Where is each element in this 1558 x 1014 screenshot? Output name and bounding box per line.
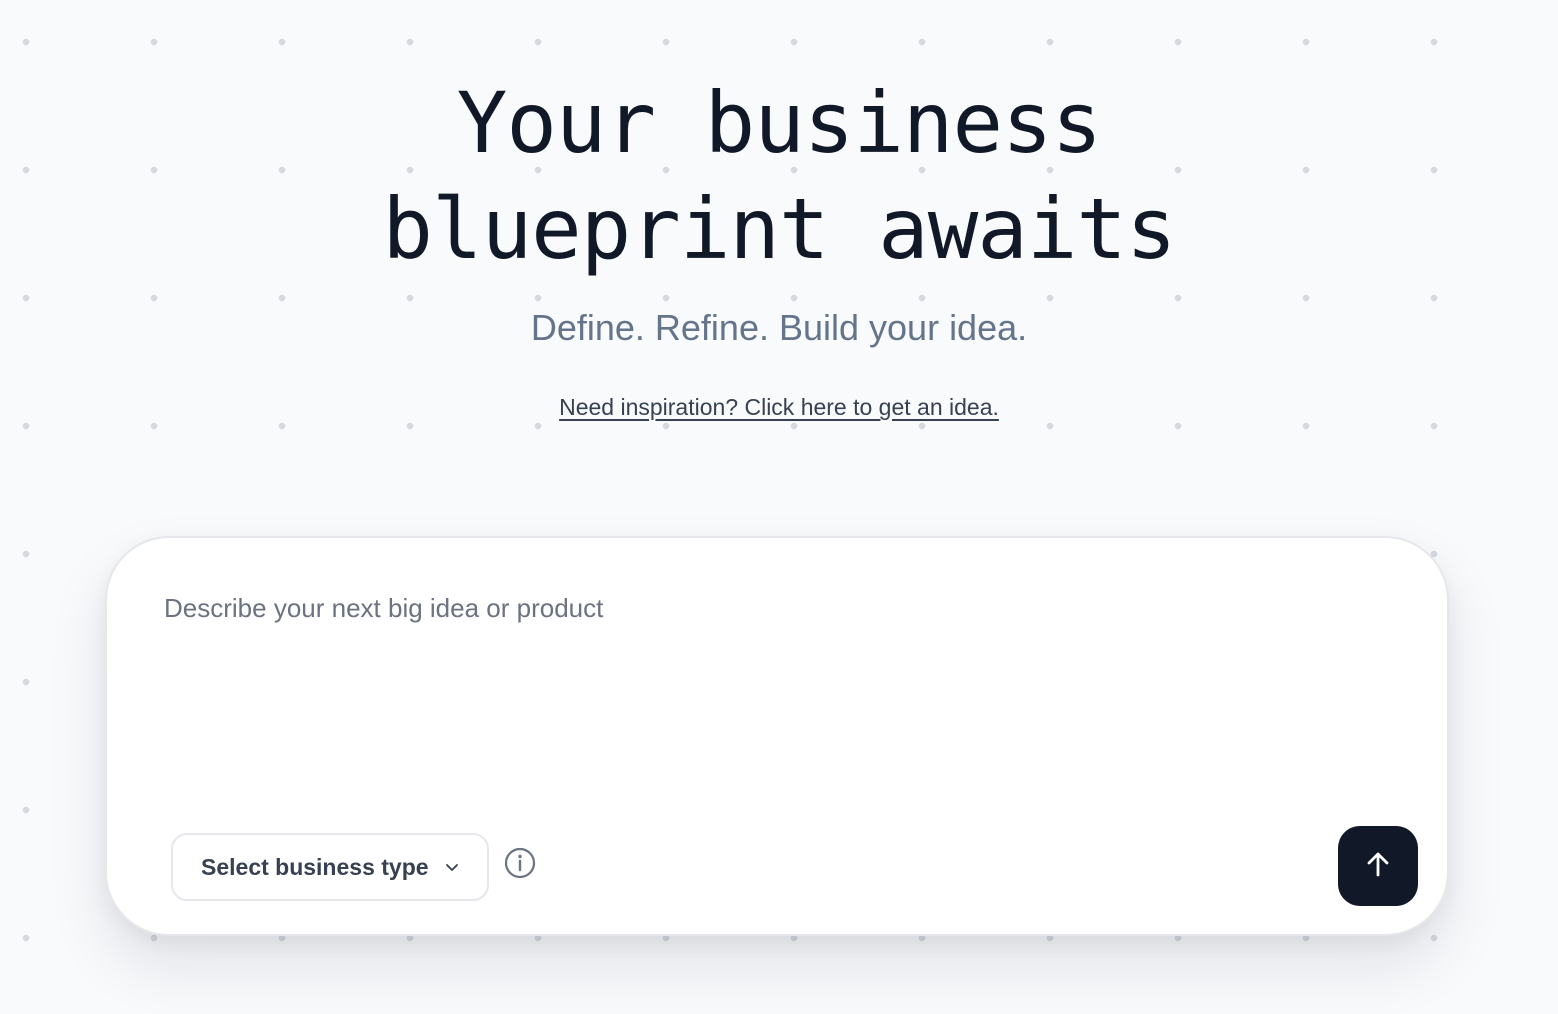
submit-idea-button[interactable] [1338,826,1418,906]
chevron-down-icon [443,858,461,876]
info-button[interactable] [503,846,537,880]
business-type-select-label: Select business type [201,853,429,880]
idea-prompt-card: Select business type [105,536,1449,936]
hero-section: Your business blueprint awaits Define. R… [0,70,1558,422]
inspiration-link[interactable]: Need inspiration? Click here to get an i… [559,392,999,422]
idea-description-input[interactable] [164,590,1384,800]
info-icon [503,846,537,880]
page-subtitle: Define. Refine. Build your idea. [530,307,1028,348]
arrow-up-icon [1363,849,1393,884]
page-title: Your business blueprint awaits [0,70,1558,282]
page-title-line-2: blueprint awaits [382,180,1176,278]
page-title-line-1: Your business [456,74,1102,172]
business-type-select[interactable]: Select business type [171,833,489,901]
